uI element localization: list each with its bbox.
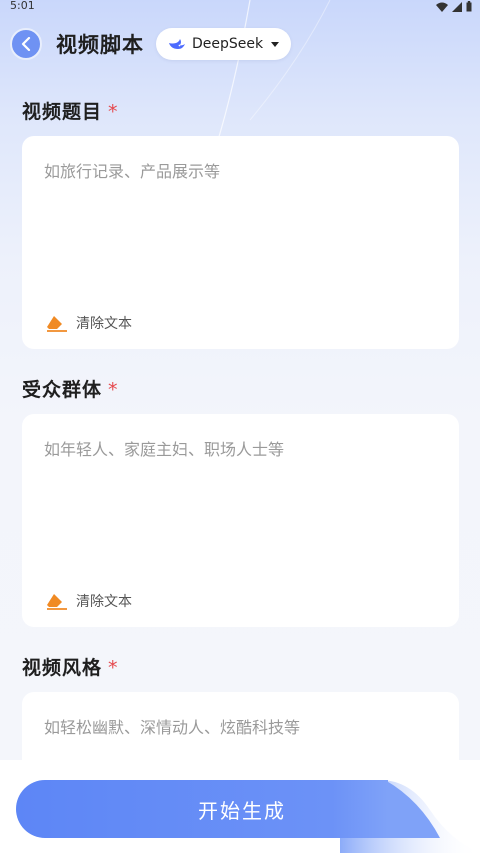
audience-card: 清除文本	[22, 414, 459, 627]
clear-text-button[interactable]: 清除文本	[46, 313, 132, 333]
page-title: 视频脚本	[56, 33, 144, 57]
clear-text-label: 清除文本	[76, 594, 132, 610]
required-mark: *	[108, 101, 119, 123]
signal-icon	[452, 1, 462, 12]
clear-text-label: 清除文本	[76, 316, 132, 332]
deepseek-whale-icon	[169, 39, 185, 49]
back-button[interactable]	[10, 28, 42, 60]
header: 视频脚本 DeepSeek	[10, 26, 480, 62]
eraser-icon	[47, 316, 67, 332]
model-selector[interactable]: DeepSeek	[156, 28, 292, 60]
required-mark: *	[108, 379, 119, 401]
eraser-icon	[47, 594, 67, 610]
start-generate-button[interactable]: 开始生成	[16, 780, 388, 838]
status-bar: 5:01	[0, 0, 480, 14]
field-label-video-topic: 视频题目 *	[22, 101, 119, 123]
video-topic-input[interactable]	[44, 158, 439, 288]
battery-icon	[466, 1, 472, 12]
required-mark: *	[108, 657, 119, 679]
field-label-video-style: 视频风格 *	[22, 657, 119, 679]
model-selector-label: DeepSeek	[192, 36, 264, 52]
video-topic-card: 清除文本	[22, 136, 459, 349]
caret-down-icon	[271, 41, 280, 47]
field-label-audience: 受众群体 *	[22, 379, 119, 401]
audience-input[interactable]	[44, 436, 439, 566]
status-time: 5:01	[10, 0, 35, 12]
wifi-icon	[436, 2, 448, 12]
start-generate-label: 开始生成	[198, 798, 286, 823]
clear-text-button[interactable]: 清除文本	[46, 591, 132, 611]
chevron-left-icon	[21, 37, 31, 51]
